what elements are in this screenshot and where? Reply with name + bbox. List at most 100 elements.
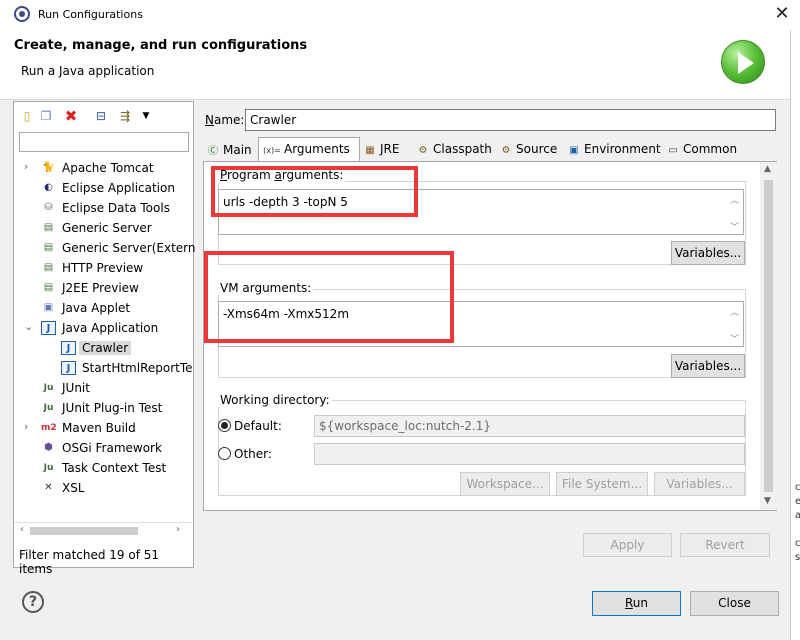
view-menu-icon[interactable]: ▼	[138, 108, 154, 124]
program-variables-button[interactable]: Variables...	[671, 241, 745, 265]
scroll-thumb[interactable]	[764, 180, 773, 492]
close-icon[interactable]: ✕	[768, 2, 796, 26]
tree-item-label: OSGi Framework	[62, 441, 162, 455]
tree-item-label: Task Context Test	[62, 461, 167, 475]
tab-common[interactable]: ▭ Common	[666, 138, 742, 162]
jre-tab-icon: ▦	[365, 145, 375, 156]
tree-item[interactable]: Ju JUnit Plug-in Test	[14, 398, 193, 418]
scroll-thumb[interactable]	[30, 527, 138, 535]
tab-source[interactable]: ⚙ Source	[499, 138, 563, 162]
tree-item[interactable]: ▤ Generic Server	[14, 218, 193, 238]
header-title: Create, manage, and run configurations	[14, 38, 308, 53]
tab-label: JRE	[380, 142, 400, 156]
default-label: Default:	[234, 419, 282, 433]
other-label: Other:	[234, 447, 272, 461]
tab-label: Environment	[584, 142, 661, 156]
title-bar: Run Configurations ✕	[0, 0, 800, 30]
tree-item[interactable]: ⬢ OSGi Framework	[14, 438, 193, 458]
chevron-down-icon[interactable]: ⌄	[24, 320, 33, 333]
program-arguments-highlight	[211, 166, 418, 217]
revert-button[interactable]: Revert	[680, 533, 770, 557]
tree-horizontal-scrollbar[interactable]: ‹ ›	[14, 522, 193, 539]
tree-item[interactable]: ⌄ J Java Application	[14, 318, 193, 338]
tree-item[interactable]: ✕ XSL	[14, 478, 193, 498]
tab-jre[interactable]: ▦ JRE	[363, 138, 413, 162]
junit-plugin-icon: Ju	[43, 403, 54, 413]
edge-text: e	[795, 496, 800, 507]
scroll-up-icon[interactable]: ▲	[764, 164, 771, 174]
background-window-edge: c e a c s	[790, 30, 800, 640]
pane-vertical-scrollbar[interactable]: ▲ ▼	[760, 162, 777, 510]
tree-item-label: Java Applet	[62, 301, 131, 315]
chevron-right-icon[interactable]: ›	[24, 160, 28, 173]
server-icon: ▤	[43, 222, 54, 233]
server-icon: ▤	[43, 242, 54, 253]
tab-classpath[interactable]: ⚙ Classpath	[416, 138, 496, 162]
tree-item[interactable]: ▤ HTTP Preview	[14, 258, 193, 278]
filter-icon[interactable]: ⇶	[117, 108, 133, 124]
tree-item[interactable]: ▤ J2EE Preview	[14, 278, 193, 298]
workspace-button[interactable]: Workspace...	[460, 472, 550, 496]
tree-item-label: Crawler	[79, 341, 132, 355]
tree-item-label: Eclipse Application	[62, 181, 175, 195]
tree-item[interactable]: J Crawler	[14, 338, 193, 358]
other-radio[interactable]	[218, 447, 231, 460]
edge-text: s	[795, 552, 800, 563]
chevron-right-icon[interactable]: ›	[24, 420, 28, 433]
duplicate-icon[interactable]: ❐	[38, 108, 54, 124]
java-app-icon: J	[61, 361, 76, 375]
tree-item-label: Generic Server	[62, 221, 152, 235]
collapse-all-icon[interactable]: ⊟	[93, 108, 109, 124]
delete-icon[interactable]: ✖	[63, 108, 79, 124]
tab-arguments[interactable]: (x)= Arguments	[258, 137, 360, 162]
vm-arguments-highlight	[204, 251, 454, 343]
edge-text: c	[795, 538, 800, 549]
help-icon[interactable]: ?	[22, 591, 44, 613]
file-system-button[interactable]: File System...	[556, 472, 648, 496]
edge-text: c	[795, 482, 800, 493]
other-directory-input	[314, 443, 745, 465]
tree-item[interactable]: Ju JUnit	[14, 378, 193, 398]
common-tab-icon: ▭	[668, 145, 678, 156]
vm-arguments-scrollbar[interactable]: ︿ ﹀	[727, 302, 743, 346]
name-input[interactable]: Crawler	[245, 109, 776, 131]
java-app-icon: J	[61, 341, 76, 355]
eclipse-app-icon	[14, 6, 30, 22]
new-configuration-icon[interactable]: ▯	[19, 108, 35, 124]
working-directory-label: Working directory:	[218, 393, 332, 407]
program-arguments-scrollbar[interactable]: ︿ ﹀	[727, 190, 743, 234]
tree-item[interactable]: › 🐈 Apache Tomcat	[14, 158, 193, 178]
tomcat-icon: 🐈	[42, 162, 55, 173]
default-radio[interactable]	[218, 419, 231, 432]
tree-item[interactable]: ▣ Java Applet	[14, 298, 193, 318]
apply-button[interactable]: Apply	[583, 533, 672, 557]
tree-item-label: J2EE Preview	[62, 281, 139, 295]
tree-item[interactable]: J StartHtmlReportTe	[14, 358, 193, 378]
configuration-tree-panel: ▯ ❐ ✖ ⊟ ⇶ ▼ › 🐈 Apache Tomcat ◐ Eclipse Appl…	[13, 101, 196, 576]
dialog-header: Create, manage, and run configurations R…	[0, 30, 800, 100]
scroll-down-icon[interactable]: ▼	[764, 496, 771, 506]
tab-environment[interactable]: ▣ Environment	[567, 138, 663, 162]
tree-item[interactable]: Ju Task Context Test	[14, 458, 193, 478]
tree-item-label: Maven Build	[62, 421, 136, 435]
close-button[interactable]: Close	[690, 591, 779, 616]
tree-item[interactable]: ⛁ Eclipse Data Tools	[14, 198, 193, 218]
server-icon: ▤	[43, 282, 54, 293]
tree-item[interactable]: › m2 Maven Build	[14, 418, 193, 438]
eclipse-icon: ◐	[44, 182, 53, 193]
tree-item[interactable]: ◐ Eclipse Application	[14, 178, 193, 198]
scroll-right-icon[interactable]: ›	[176, 524, 180, 535]
working-variables-button[interactable]: Variables...	[654, 472, 745, 496]
vm-variables-button[interactable]: Variables...	[671, 354, 745, 378]
arguments-tab-icon: (x)=	[263, 146, 281, 155]
scroll-left-icon[interactable]: ‹	[20, 524, 24, 535]
filter-input[interactable]	[19, 132, 189, 152]
tree-item[interactable]: ▤ Generic Server(Extern	[14, 238, 196, 258]
run-button[interactable]: Run	[592, 591, 681, 616]
filter-status: Filter matched 19 of 51 items	[19, 548, 160, 576]
tree-item-label: StartHtmlReportTe	[82, 361, 193, 375]
tab-main[interactable]: Ⓒ Main	[206, 138, 258, 162]
tab-label: Common	[683, 142, 738, 156]
classpath-tab-icon: ⚙	[418, 145, 428, 156]
tab-label: Source	[516, 142, 558, 156]
